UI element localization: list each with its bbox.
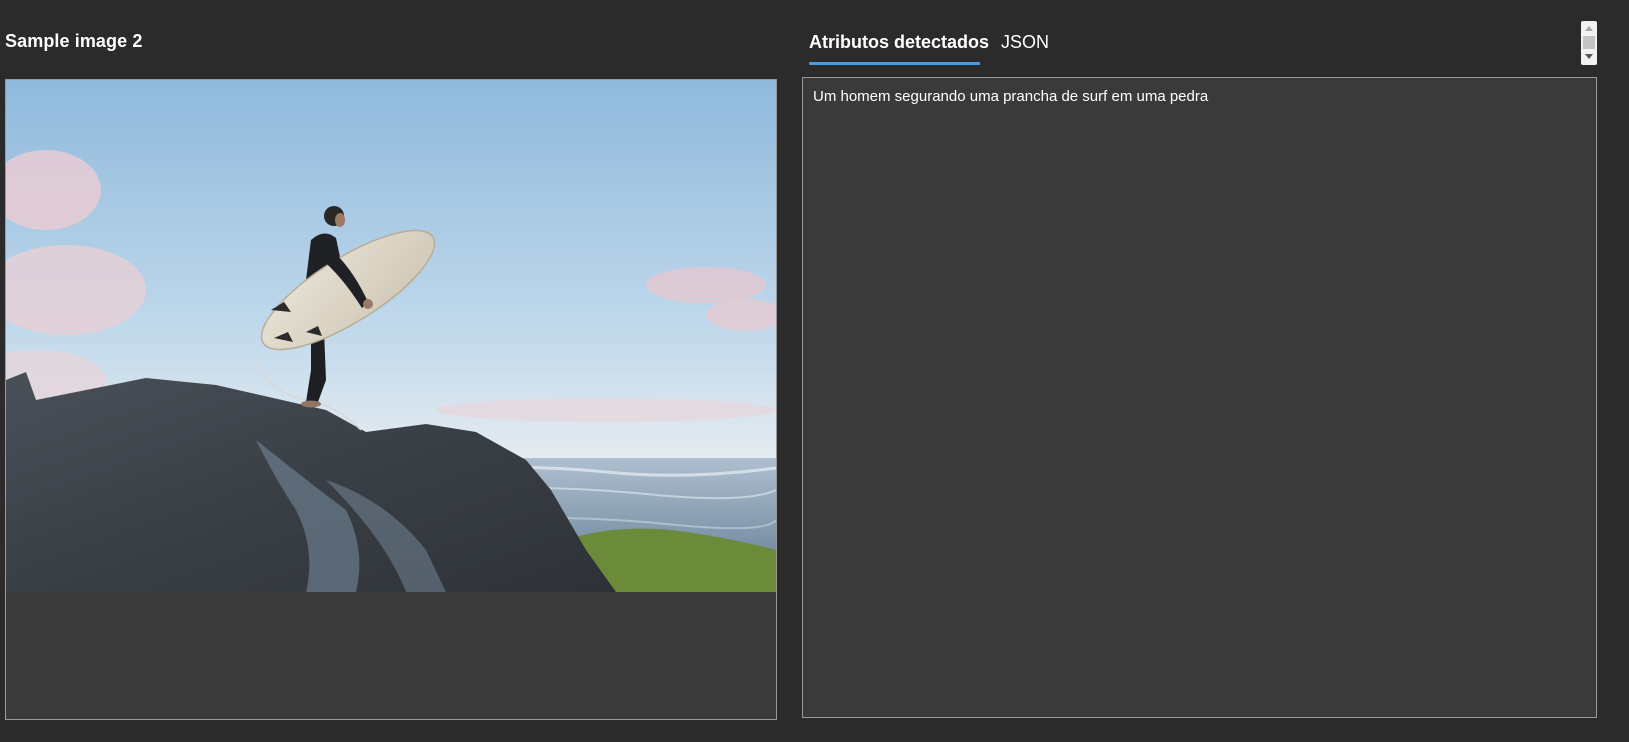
image-preview-panel bbox=[5, 79, 777, 720]
tabs-scrollbar[interactable] bbox=[1581, 21, 1597, 65]
result-panel: Um homem segurando uma prancha de surf e… bbox=[802, 77, 1597, 718]
scroll-down-icon[interactable] bbox=[1585, 54, 1593, 59]
surfer-photo bbox=[6, 80, 776, 592]
tab-json[interactable]: JSON bbox=[1001, 32, 1049, 53]
scroll-thumb[interactable] bbox=[1583, 36, 1595, 49]
caption-text: Um homem segurando uma prancha de surf e… bbox=[813, 88, 1209, 105]
active-tab-indicator bbox=[809, 62, 980, 65]
scroll-up-icon[interactable] bbox=[1585, 26, 1593, 31]
image-title: Sample image 2 bbox=[5, 31, 143, 51]
tab-detected-attributes[interactable]: Atributos detectados bbox=[809, 32, 989, 53]
